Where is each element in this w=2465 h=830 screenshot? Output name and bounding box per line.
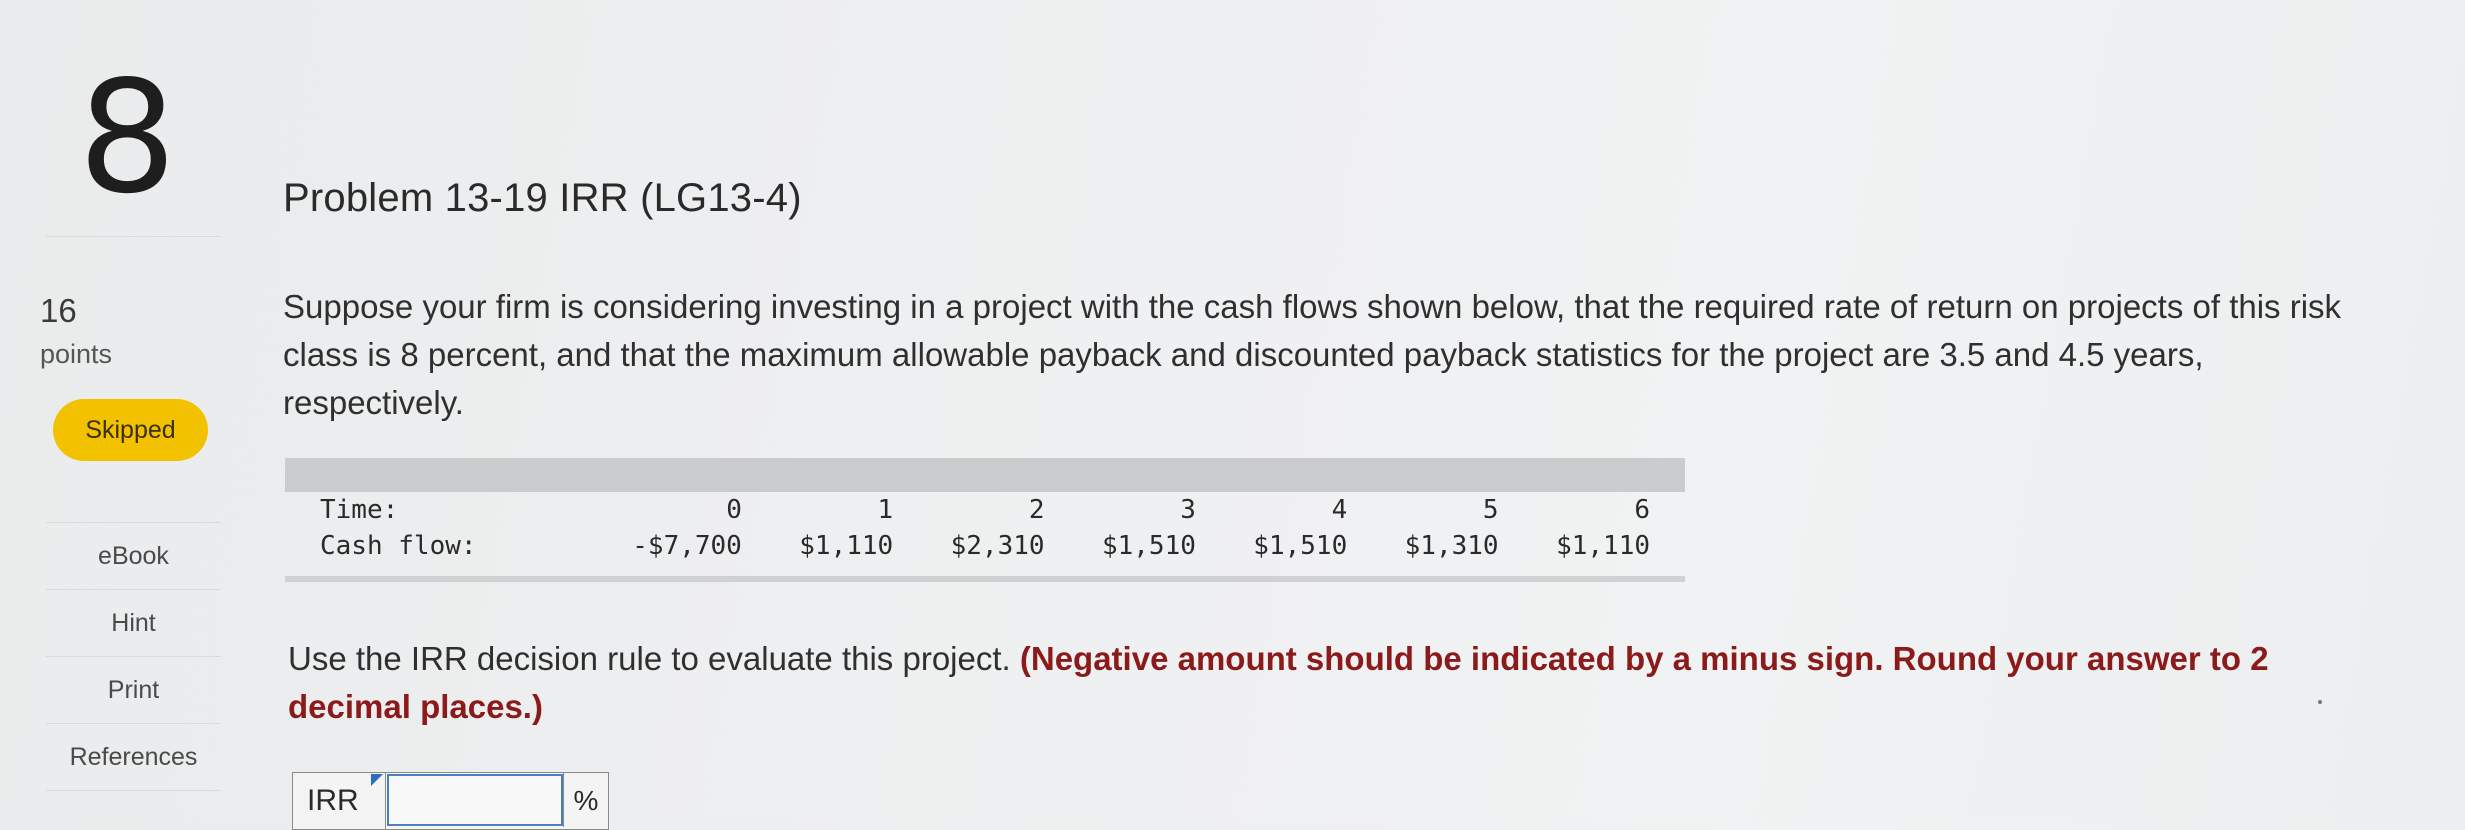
status-badge: Skipped bbox=[53, 399, 208, 461]
references-link[interactable]: References bbox=[46, 723, 221, 791]
table-header-bar bbox=[285, 458, 1685, 492]
points-value: 16 bbox=[40, 292, 77, 329]
cash-flow-cell: $1,110 bbox=[1556, 531, 1650, 561]
irr-answer-row: IRR % bbox=[292, 772, 609, 830]
table-footer-bar bbox=[285, 576, 1685, 582]
cash-flow-cell: -$7,700 bbox=[632, 531, 742, 561]
cash-flow-row: Cash flow: -$7,700 $1,110 $2,310 $1,510 … bbox=[285, 528, 1685, 564]
cash-flow-grid: Time: 0 1 2 3 4 5 6 Cash flow: -$7,700 $… bbox=[285, 492, 1685, 564]
hint-link[interactable]: Hint bbox=[46, 589, 221, 656]
irr-input[interactable] bbox=[386, 773, 564, 827]
time-cell: 3 bbox=[1180, 495, 1196, 525]
points-label: points bbox=[40, 339, 113, 369]
instruction: Use the IRR decision rule to evaluate th… bbox=[288, 635, 2368, 731]
cash-flow-cell: $1,510 bbox=[1101, 531, 1196, 561]
divider bbox=[46, 236, 221, 237]
input-flag-icon bbox=[371, 774, 383, 786]
time-cell: 2 bbox=[1028, 495, 1045, 525]
cash-flow-label: Cash flow: bbox=[320, 531, 477, 561]
stray-mark bbox=[2318, 700, 2322, 704]
question-number: 8 bbox=[78, 47, 177, 228]
problem-text: Suppose your firm is considering investi… bbox=[283, 288, 2342, 421]
print-link[interactable]: Print bbox=[46, 656, 221, 723]
time-cell: 5 bbox=[1482, 495, 1499, 525]
cash-flow-cell: $2,310 bbox=[950, 531, 1045, 561]
time-label: Time: bbox=[320, 495, 399, 525]
time-cell: 6 bbox=[1634, 495, 1650, 525]
time-row: Time: 0 1 2 3 4 5 6 bbox=[285, 492, 1685, 528]
side-nav: eBook Hint Print References bbox=[46, 522, 221, 791]
instruction-text: Use the IRR decision rule to evaluate th… bbox=[288, 640, 1011, 677]
cash-flow-cell: $1,110 bbox=[799, 531, 894, 561]
time-cell: 0 bbox=[726, 495, 742, 525]
percent-unit: % bbox=[573, 785, 599, 816]
time-cell: 1 bbox=[877, 495, 894, 525]
cash-flow-table: Time: 0 1 2 3 4 5 6 Cash flow: -$7,700 $… bbox=[285, 458, 1685, 582]
ebook-link[interactable]: eBook bbox=[46, 522, 221, 589]
cash-flow-cell: $1,510 bbox=[1253, 531, 1348, 561]
cash-flow-cell: $1,310 bbox=[1404, 531, 1499, 561]
time-cell: 4 bbox=[1331, 495, 1348, 525]
problem-title: Problem 13-19 IRR (LG13-4) bbox=[283, 176, 802, 220]
